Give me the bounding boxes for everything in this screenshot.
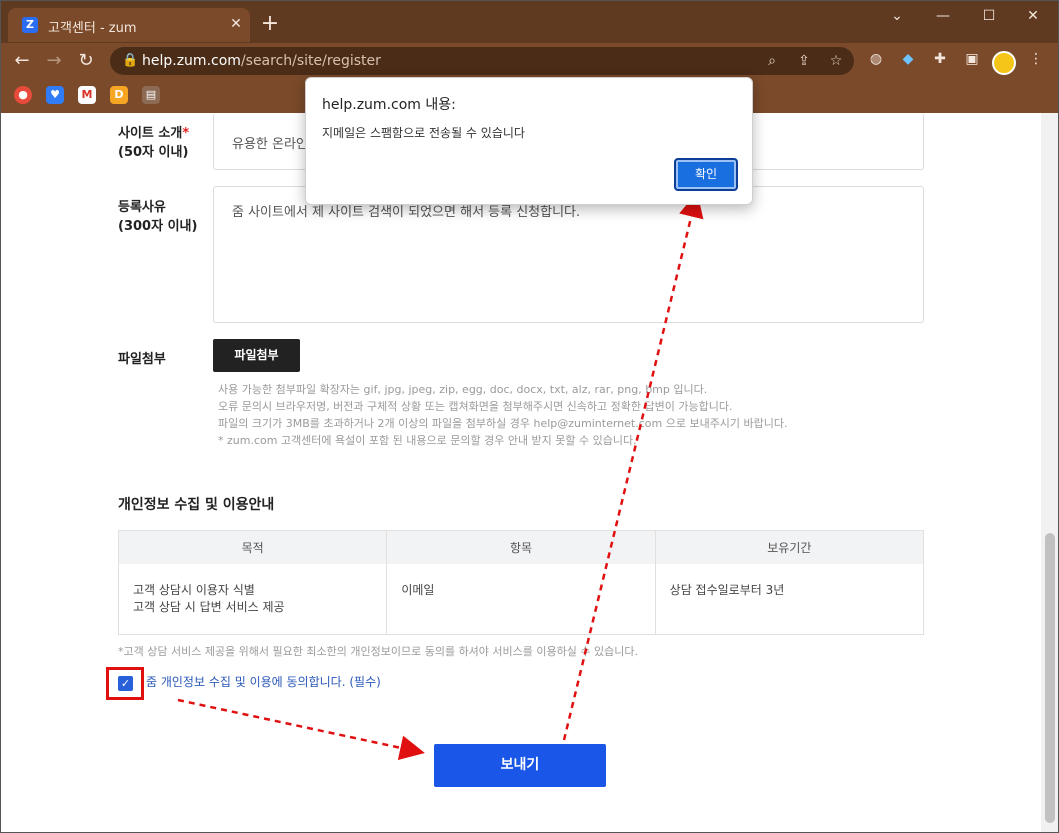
browser-tab[interactable]: Z 고객센터 - zum ✕ xyxy=(8,8,250,42)
reason-textarea[interactable]: 줌 사이트에서 제 사이트 검색이 되었으면 해서 등록 신청합니다. xyxy=(213,186,924,323)
dialog-message: 지메일은 스팸함으로 전송될 수 있습니다 xyxy=(322,126,525,140)
attach-label: 파일첨부 xyxy=(118,352,166,367)
agree-checkbox[interactable]: ✓ xyxy=(118,676,133,691)
address-bar[interactable]: 🔒 help.zum.com/search/site/register ⌕ ⇪ … xyxy=(110,47,854,75)
minimize-icon[interactable]: — xyxy=(928,6,958,26)
site-intro-label: 사이트 소개* (50자 이내) xyxy=(118,126,190,160)
purpose-cell: 고객 상담시 이용자 식별 고객 상담 시 답변 서비스 제공 xyxy=(118,563,388,634)
profile-avatar[interactable] xyxy=(992,51,1016,75)
scrollbar-thumb[interactable] xyxy=(1045,533,1055,823)
scrollbar[interactable] xyxy=(1041,113,1059,833)
tab-close-icon[interactable]: ✕ xyxy=(226,14,246,34)
note-line: 사용 가능한 첨부파일 확장자는 gif, jpg, jpeg, zip, eg… xyxy=(218,383,708,396)
reload-icon[interactable]: ↻ xyxy=(74,49,98,73)
toolbar: ← → ↻ 🔒 help.zum.com/search/site/registe… xyxy=(0,43,1059,79)
dialog-title: help.zum.com 내용: xyxy=(322,97,456,113)
maximize-icon[interactable]: ☐ xyxy=(974,6,1004,26)
note-line: 오류 문의시 브라우저명, 버전과 구체적 상황 또는 캡쳐화면을 첨부해주시면… xyxy=(218,400,733,413)
submit-button[interactable]: 보내기 xyxy=(434,744,606,787)
bookmark-heart-icon[interactable]: ♥ xyxy=(46,86,64,104)
bookmark-star-icon[interactable]: ☆ xyxy=(826,51,846,71)
item-cell: 이메일 xyxy=(386,563,656,634)
table-header: 목적 xyxy=(118,530,388,564)
agree-highlight-box: ✓ xyxy=(106,667,144,700)
reason-label: 등록사유 (300자 이내) xyxy=(118,200,198,234)
agree-label[interactable]: 줌 개인정보 수집 및 이용에 동의합니다. (필수) xyxy=(146,673,381,690)
back-icon[interactable]: ← xyxy=(10,49,34,73)
page-content: 사이트 소개* (50자 이내) 유용한 온라인 등록사유 (300자 이내) … xyxy=(0,113,1041,833)
alert-dialog: help.zum.com 내용: 지메일은 스팸함으로 전송될 수 있습니다 확… xyxy=(305,77,753,205)
share-icon[interactable]: ⇪ xyxy=(794,51,814,71)
extensions-puzzle-icon[interactable]: ✚ xyxy=(930,49,950,69)
period-cell: 상담 접수일로부터 3년 xyxy=(669,582,785,597)
tab-search-chevron-icon[interactable]: ⌄ xyxy=(882,6,912,26)
extension-diamond-icon[interactable]: ◆ xyxy=(898,49,918,69)
privacy-note: *고객 상담 서비스 제공을 위해서 필요한 최소한의 개인정보이므로 동의를 … xyxy=(118,645,638,658)
privacy-section-title: 개인정보 수집 및 이용안내 xyxy=(118,497,275,513)
privacy-table: 목적 항목 보유기간 고객 상담시 이용자 식별 고객 상담 시 답변 서비스 … xyxy=(118,530,924,635)
zum-favicon-icon: Z xyxy=(22,17,38,33)
menu-dots-icon[interactable]: ⋮ xyxy=(1026,49,1046,69)
attach-notes: 사용 가능한 첨부파일 확장자는 gif, jpg, jpeg, zip, eg… xyxy=(218,381,788,449)
gmail-icon[interactable]: M xyxy=(78,86,96,104)
side-panel-icon[interactable]: ▣ xyxy=(962,49,982,69)
bookmark-red-icon[interactable]: ● xyxy=(14,86,32,104)
table-row: 고객 상담시 이용자 식별 고객 상담 시 답변 서비스 제공 이메일 상담 접… xyxy=(118,563,924,634)
extension-mouse-icon[interactable]: ◍ xyxy=(866,49,886,69)
lock-icon: 🔒 xyxy=(122,53,139,68)
url-text: help.zum.com/search/site/register xyxy=(142,53,381,69)
tab-title: 고객센터 - zum xyxy=(48,21,137,36)
note-line: 파일의 크기가 3MB를 초과하거나 2개 이상의 파일을 첨부하실 경우 he… xyxy=(218,417,788,430)
forward-icon[interactable]: → xyxy=(42,49,66,73)
bookmark-d-icon[interactable]: D xyxy=(110,86,128,104)
file-attach-button[interactable]: 파일첨부 xyxy=(213,339,300,372)
bookmark-store-icon[interactable]: ▤ xyxy=(142,86,160,104)
window-close-icon[interactable]: ✕ xyxy=(1018,6,1048,26)
zoom-search-icon[interactable]: ⌕ xyxy=(762,51,782,71)
new-tab-icon[interactable]: + xyxy=(258,12,282,36)
table-header: 항목 xyxy=(386,530,656,564)
note-line: * zum.com 고객센터에 욕설이 포함 된 내용으로 문의할 경우 안내 … xyxy=(218,434,637,447)
table-header: 보유기간 xyxy=(655,530,924,564)
dialog-ok-button[interactable]: 확인 xyxy=(674,158,738,191)
